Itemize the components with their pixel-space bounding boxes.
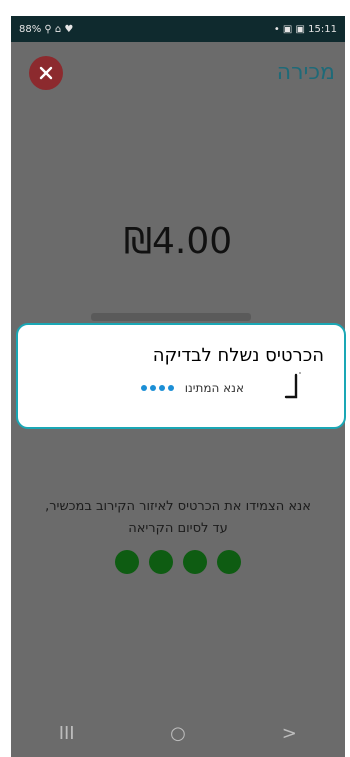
loading-dot <box>150 385 156 391</box>
obscured-text <box>91 313 251 321</box>
page-title: מכירה <box>276 60 335 85</box>
close-button[interactable] <box>29 56 63 90</box>
status-dialog: הכרטיס נשלח לבדיקה אנא המתינו <box>16 323 346 429</box>
progress-dot <box>149 550 173 574</box>
recents-button[interactable]: III <box>37 723 97 744</box>
spinner-icon <box>284 372 301 399</box>
instructions-line-1: אנא הצמידו את הכרטיס לאיזור הקירוב במכשי… <box>45 499 311 514</box>
screenshot-frame: 88% ⚲ ⌂ ♥ • ▣ ▣ 15:11 מכירה ₪4.00 אנא הצ… <box>0 0 350 757</box>
home-button[interactable]: ○ <box>148 723 208 744</box>
status-right: • ▣ ▣ 15:11 <box>273 23 337 35</box>
instructions-text: אנא הצמידו את הכרטיס לאיזור הקירוב במכשי… <box>11 496 345 540</box>
header: מכירה <box>11 42 345 106</box>
progress-dot <box>217 550 241 574</box>
amount-display: ₪4.00 <box>123 221 233 262</box>
progress-dot <box>115 550 139 574</box>
close-icon <box>39 66 53 80</box>
loading-dot <box>168 385 174 391</box>
progress-dots <box>11 550 345 574</box>
loading-indicator <box>141 385 174 391</box>
dialog-title: הכרטיס נשלח לבדיקה <box>152 345 324 366</box>
back-button[interactable]: > <box>259 723 319 744</box>
instructions-line-2: עד לסיום הקריאה <box>128 521 228 536</box>
status-bar: 88% ⚲ ⌂ ♥ • ▣ ▣ 15:11 <box>11 16 345 42</box>
progress-dot <box>183 550 207 574</box>
loading-dot <box>141 385 147 391</box>
navigation-bar: III ○ > <box>11 709 345 757</box>
dialog-subtitle: אנא המתינו <box>184 381 244 395</box>
loading-dot <box>159 385 165 391</box>
status-left: 88% ⚲ ⌂ ♥ <box>19 23 74 35</box>
